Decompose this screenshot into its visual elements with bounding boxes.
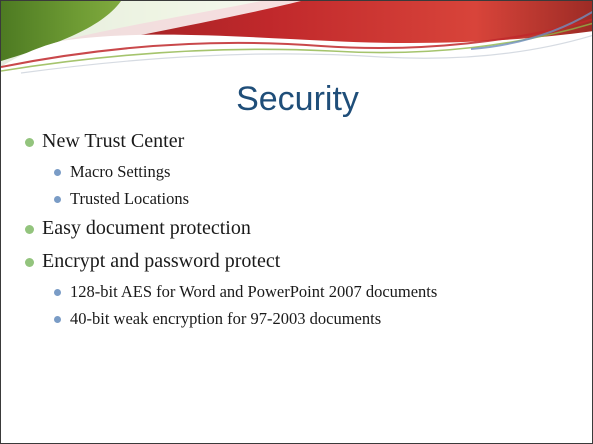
bullet-text: New Trust Center	[42, 130, 185, 152]
bullet-text: Encrypt and password protect	[42, 250, 281, 272]
sub-bullet-dot-icon	[54, 169, 61, 176]
sub-bullet-item-trusted-locations: Trusted Locations	[23, 189, 583, 209]
bullet-dot-icon	[25, 258, 34, 267]
bullet-dot-icon	[25, 138, 34, 147]
bullet-item-encrypt-and-password-protect: Encrypt and password protect	[23, 249, 583, 274]
bullet-text: Easy document protection	[42, 217, 251, 239]
bullet-item-new-trust-center: New Trust Center	[23, 129, 583, 154]
sub-bullet-dot-icon	[54, 289, 61, 296]
sub-bullet-dot-icon	[54, 196, 61, 203]
sub-bullet-text: Trusted Locations	[70, 189, 190, 208]
sub-bullet-item-40-bit-weak-encryption: 40-bit weak encryption for 97-2003 docum…	[23, 309, 583, 329]
sub-bullet-item-macro-settings: Macro Settings	[23, 162, 583, 182]
sub-bullet-item-128-bit-aes: 128-bit AES for Word and PowerPoint 2007…	[23, 282, 583, 302]
sub-bullet-text: Macro Settings	[70, 162, 171, 181]
bullet-list: New Trust Center Macro Settings Trusted …	[23, 129, 583, 336]
slide-title: Security	[236, 80, 359, 118]
sub-bullet-text: 40-bit weak encryption for 97-2003 docum…	[70, 309, 382, 328]
sub-bullet-dot-icon	[54, 316, 61, 323]
slide: Security New Trust Center Macro Settings…	[0, 0, 593, 444]
bullet-item-easy-document-protection: Easy document protection	[23, 216, 583, 241]
sub-bullet-text: 128-bit AES for Word and PowerPoint 2007…	[70, 282, 438, 301]
bullet-dot-icon	[25, 225, 34, 234]
